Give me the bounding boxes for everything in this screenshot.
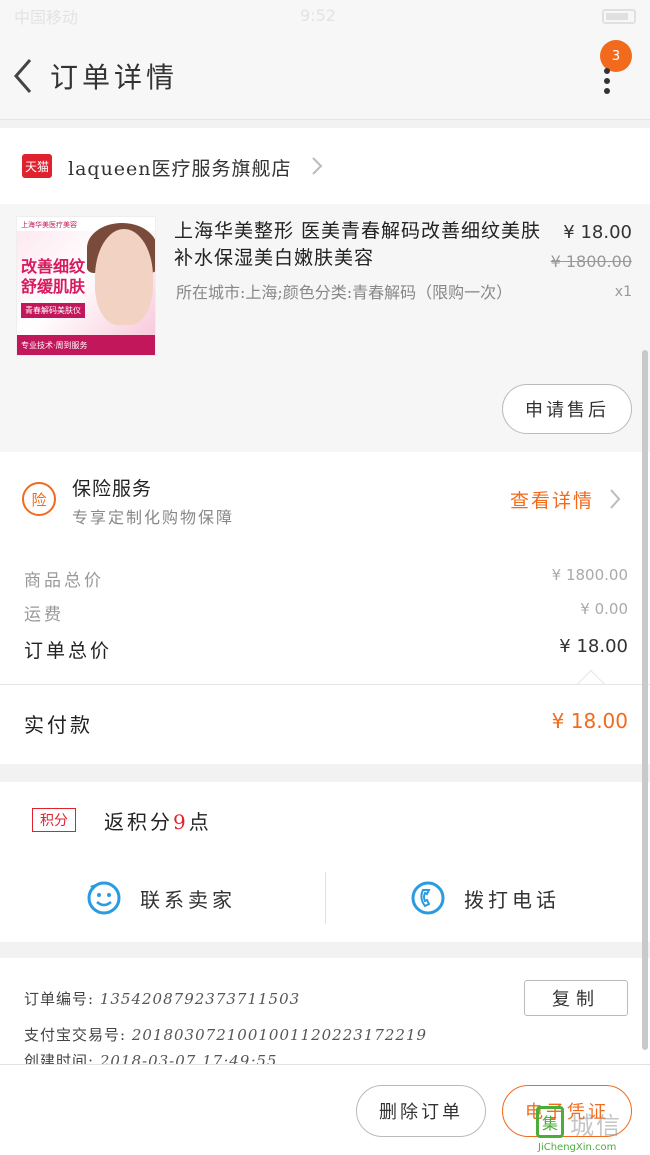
insurance-subtitle: 专享定制化购物保障: [72, 508, 235, 527]
status-bar: 中国移动 9:52: [0, 0, 650, 32]
paid-label: 实付款: [24, 713, 93, 737]
call-phone-label: 拨打电话: [464, 887, 560, 912]
price-summary: 商品总价 ¥ 1800.00 运费 ¥ 0.00 订单总价 ¥ 18.00: [0, 548, 650, 699]
product-original-price: ¥ 1800.00: [550, 252, 632, 271]
points-amount: 9: [173, 810, 189, 834]
phone-icon: [411, 881, 445, 915]
product-title[interactable]: 上海华美整形 医美青春解码改善细纹美肤补水保湿美白嫩肤美容: [174, 218, 544, 272]
points-suffix: 点: [188, 810, 212, 834]
chevron-right-icon: [312, 157, 323, 175]
thumbnail-model-face: [95, 229, 153, 325]
paid-value: ¥ 18.00: [551, 709, 628, 733]
contact-seller-label: 联系卖家: [140, 887, 236, 912]
goods-total-label: 商品总价: [24, 571, 104, 591]
goods-total-value: ¥ 1800.00: [551, 566, 628, 584]
points-text: 返积分9点: [104, 806, 212, 835]
action-divider: [325, 872, 326, 924]
thumbnail-tag: 青春解码美肤仪: [21, 303, 85, 318]
points-badge: 积分: [32, 808, 76, 832]
store-row[interactable]: 天猫 laqueen医疗服务旗舰店: [0, 128, 650, 204]
product-card[interactable]: 上海华美医疗美容 改善细纹 舒缓肌肤 青春解码美肤仪 专业技术·周到服务 上海华…: [0, 204, 650, 452]
carrier-text: 中国移动: [14, 8, 79, 27]
watermark-en: JiChengXin.com: [538, 1142, 617, 1153]
more-menu-button[interactable]: [596, 68, 618, 98]
shipping-label: 运费: [24, 605, 64, 625]
watermark-cn: 城信: [570, 1112, 622, 1140]
points-section: 积分 返积分9点 联系卖家 拨打电话: [0, 782, 650, 942]
view-details-link[interactable]: 查看详情: [510, 486, 594, 513]
call-phone-button[interactable]: 拨打电话: [410, 876, 560, 920]
insurance-icon: 险: [22, 482, 56, 516]
battery-icon: [602, 8, 636, 24]
alipay-number-label: 支付宝交易号:: [24, 1026, 127, 1044]
alipay-number-value: 2018030721001001120223172219: [131, 1026, 428, 1044]
product-attributes: 所在城市:上海;颜色分类:青春解码（限购一次）: [176, 283, 513, 302]
order-number-line: 订单编号: 1354208792373711503: [24, 988, 300, 1009]
navigation-bar: 订单详情 3: [0, 32, 650, 120]
page-title: 订单详情: [50, 61, 179, 94]
after-sale-button[interactable]: 申请售后: [502, 384, 632, 434]
insurance-row[interactable]: 险 保险服务 专享定制化购物保障 查看详情: [0, 452, 650, 548]
order-info: 订单编号: 1354208792373711503 复制 支付宝交易号: 201…: [0, 958, 650, 1070]
thumbnail-headline: 改善细纹 舒缓肌肤: [21, 257, 86, 296]
order-number-value: 1354208792373711503: [99, 990, 301, 1008]
tmall-logo: 天猫: [22, 154, 52, 178]
scrollbar[interactable]: [642, 350, 648, 1050]
chat-smile-icon: [87, 881, 121, 915]
thumbnail-footer: 专业技术·周到服务: [17, 335, 155, 355]
copy-button[interactable]: 复制: [524, 980, 628, 1016]
watermark-box: 集: [536, 1106, 564, 1138]
clock-text: 9:52: [300, 6, 336, 25]
watermark-logo: 集 城信 JiChengXin.com: [536, 1106, 650, 1155]
paid-row: 实付款 ¥ 18.00: [0, 684, 650, 764]
delete-order-button[interactable]: 删除订单: [356, 1085, 486, 1137]
order-number-label: 订单编号:: [24, 990, 95, 1008]
contact-seller-button[interactable]: 联系卖家: [86, 876, 236, 920]
product-price: ¥ 18.00: [563, 222, 632, 243]
product-quantity: x1: [614, 284, 632, 300]
shipping-value: ¥ 0.00: [580, 600, 628, 618]
chevron-left-icon: [14, 59, 32, 93]
order-total-label: 订单总价: [24, 640, 113, 662]
alipay-number-line: 支付宝交易号: 2018030721001001120223172219: [24, 1024, 427, 1045]
back-button[interactable]: [8, 54, 42, 98]
product-thumbnail[interactable]: 上海华美医疗美容 改善细纹 舒缓肌肤 青春解码美肤仪 专业技术·周到服务: [16, 216, 156, 356]
store-name[interactable]: laqueen医疗服务旗舰店: [68, 154, 292, 181]
chevron-right-icon: [610, 489, 621, 509]
insurance-title: 保险服务: [72, 478, 153, 500]
order-total-value: ¥ 18.00: [559, 636, 628, 657]
points-prefix: 返积分: [104, 810, 173, 834]
more-dots-icon: [596, 68, 618, 94]
